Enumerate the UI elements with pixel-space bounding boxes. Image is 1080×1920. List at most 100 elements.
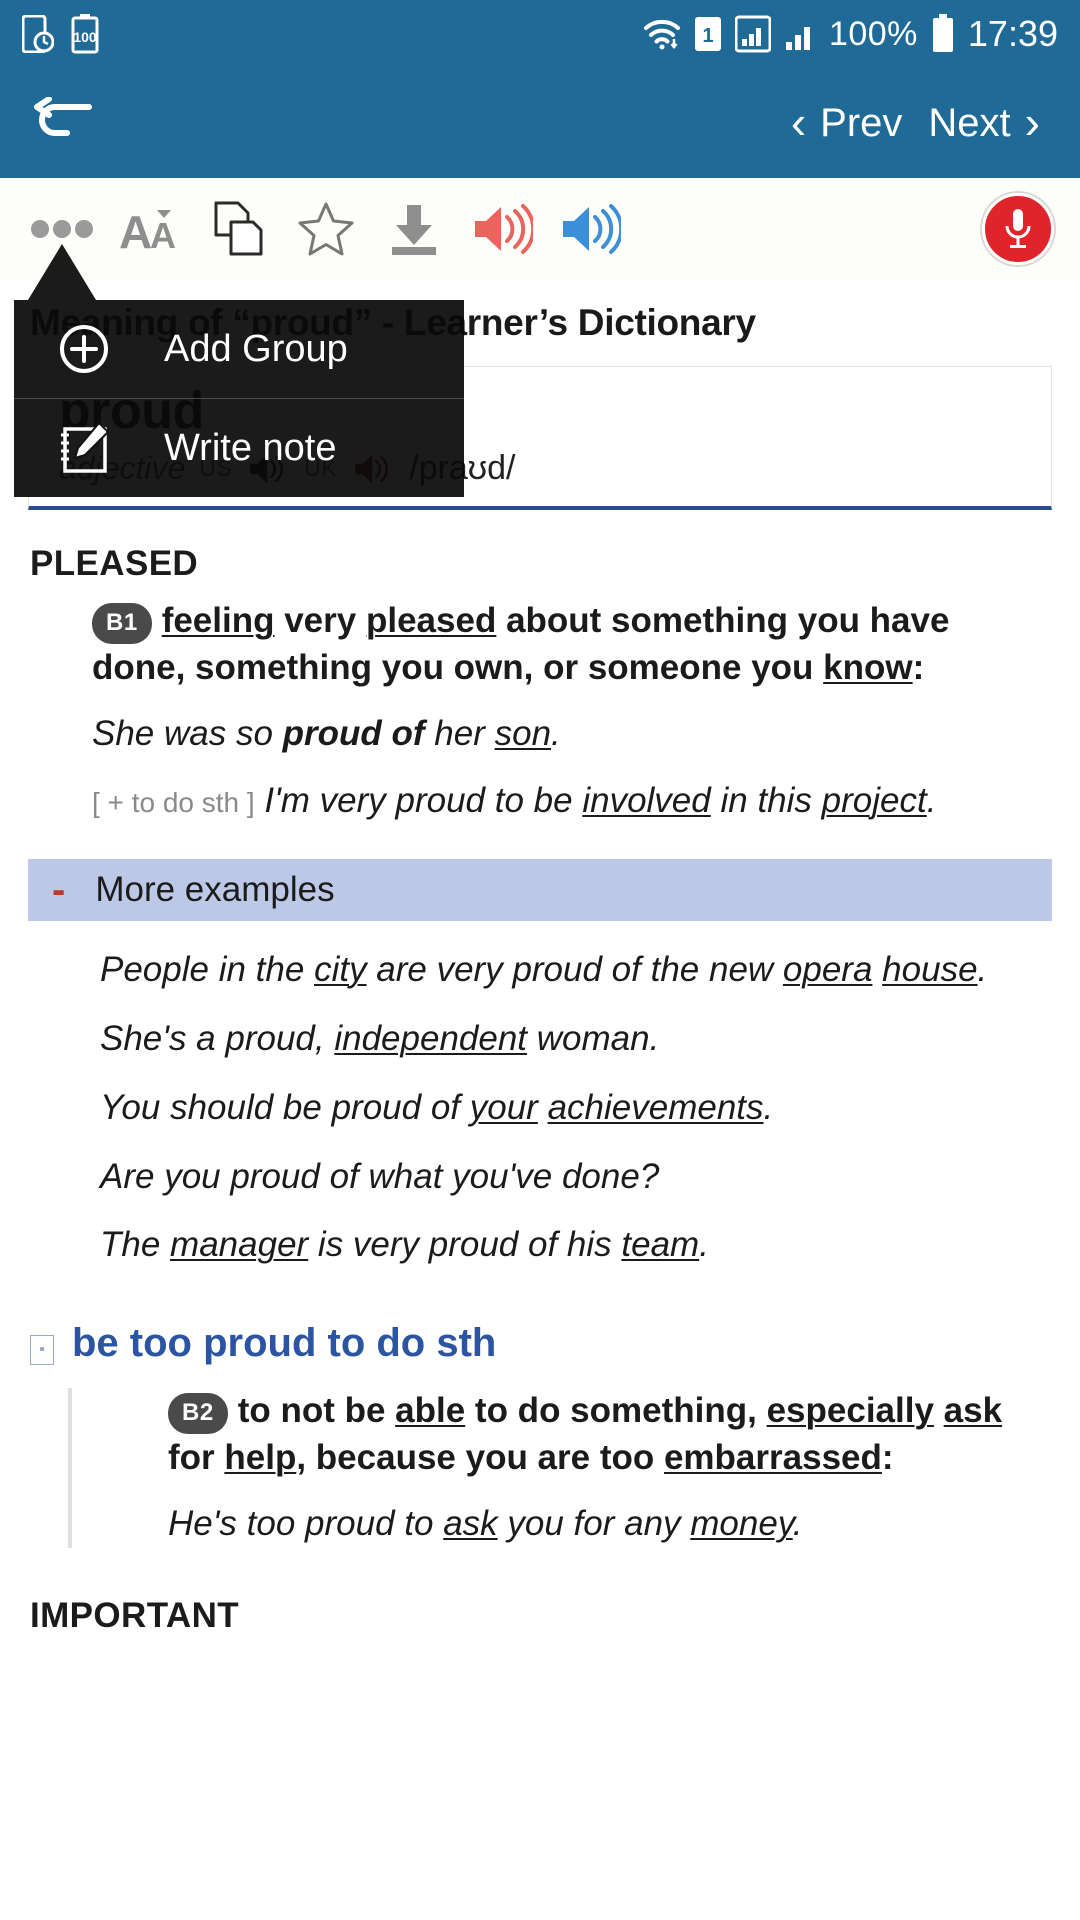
download-icon xyxy=(392,205,436,255)
phrase-header-row[interactable]: ▪ be too proud to do sth xyxy=(0,1321,1080,1366)
popup-label-add-group: Add Group xyxy=(164,327,348,370)
link-ask[interactable]: ask xyxy=(944,1391,1002,1430)
app-navigation-bar: ‹ Prev Next › xyxy=(0,68,1080,178)
level-badge-b2: B2 xyxy=(168,1393,228,1435)
battery-icon xyxy=(932,14,953,52)
dictionary-toolbar: A A xyxy=(0,178,1080,280)
font-size-icon: A A xyxy=(119,206,176,254)
chevron-left-icon: ‹ xyxy=(790,96,807,149)
favorite-star-icon xyxy=(298,202,354,256)
more-examples-list: People in the city are very proud of the… xyxy=(0,921,1080,1269)
sense-heading: PLEASED xyxy=(30,544,199,583)
status-bar-left-icons: 100 xyxy=(22,14,100,54)
example-2-link-involved[interactable]: involved xyxy=(582,781,710,820)
status-bar-clock: 17:39 xyxy=(967,13,1058,54)
link-embarrassed[interactable]: embarrassed xyxy=(664,1438,882,1477)
signal-bars-2-icon xyxy=(785,27,810,50)
link-city[interactable]: city xyxy=(314,950,367,989)
phrase-body: B2 to not be able to do something, especi… xyxy=(68,1388,1050,1549)
sim-1-icon: 1 xyxy=(694,17,721,51)
definition-1: B1 feeling very pleased about something y… xyxy=(30,598,1050,691)
example-1: She was so proud of her son. xyxy=(92,714,561,754)
speak-us-button[interactable] xyxy=(458,185,546,273)
screenshot-icon xyxy=(22,15,54,53)
battery-percent-label: 100% xyxy=(828,15,918,53)
wifi-icon xyxy=(643,19,680,50)
sense-block-pleased: PLEASED B1 feeling very pleased about som… xyxy=(0,510,1080,825)
sim-number: 1 xyxy=(702,25,713,47)
next-button[interactable]: Next › xyxy=(918,95,1050,152)
popup-caret-icon xyxy=(28,244,96,300)
definition-text-very: very xyxy=(284,601,357,640)
more-examples-toggle-bar[interactable]: - More examples xyxy=(28,858,1052,921)
more-example-2: She's a proud, independent woman. xyxy=(100,1018,660,1058)
microphone-icon xyxy=(1005,209,1031,248)
next-section-heading: IMPORTANT xyxy=(30,1596,240,1636)
example-2-grammar-label: [ + to do sth ] xyxy=(92,786,255,818)
dictionary-content: Meaning of “proud” - Learner’s Dictionar… xyxy=(0,280,1080,1920)
speak-uk-button[interactable] xyxy=(546,185,634,273)
definition-link-pleased[interactable]: pleased xyxy=(366,601,496,640)
example-1-link-son[interactable]: son xyxy=(495,714,551,753)
link-especially[interactable]: especially xyxy=(767,1391,934,1430)
write-note-icon xyxy=(56,421,112,475)
popup-item-add-group[interactable]: Add Group xyxy=(14,300,464,398)
more-example-4: Are you proud of what you've done? xyxy=(100,1156,660,1196)
favorite-button[interactable] xyxy=(282,185,370,273)
font-size-button[interactable]: A A xyxy=(106,185,194,273)
svg-text:A: A xyxy=(150,215,176,254)
more-example-3: You should be proud of your achievements… xyxy=(100,1087,774,1127)
link-ask-2[interactable]: ask xyxy=(443,1504,497,1543)
link-independent[interactable]: independent xyxy=(334,1019,527,1058)
back-button[interactable] xyxy=(30,88,100,158)
collapse-minus-icon: - xyxy=(52,867,66,912)
prev-button-label: Prev xyxy=(820,100,903,145)
link-house[interactable]: house xyxy=(882,950,977,989)
example-1-collocation: proud of xyxy=(282,714,425,754)
android-status-bar: 100 1 100% 17:39 xyxy=(0,0,1080,68)
more-example-5: The manager is very proud of his team. xyxy=(100,1225,709,1265)
nav-right-group: ‹ Prev Next › xyxy=(781,95,1050,152)
link-money[interactable]: money xyxy=(690,1504,792,1543)
battery-saver-icon: 100 xyxy=(71,14,99,54)
link-able[interactable]: able xyxy=(395,1391,465,1430)
example-2: [ + to do sth ] I'm very proud to be inv… xyxy=(92,780,937,820)
link-manager[interactable]: manager xyxy=(170,1225,308,1264)
definition-link-know[interactable]: know xyxy=(823,648,912,687)
link-your[interactable]: your xyxy=(470,1088,538,1127)
chevron-right-icon: › xyxy=(1024,96,1040,149)
link-help[interactable]: help xyxy=(224,1438,296,1477)
copy-button[interactable] xyxy=(194,185,282,273)
example-2-link-project[interactable]: project xyxy=(822,781,927,820)
popup-item-write-note[interactable]: Write note xyxy=(14,399,464,497)
speaker-red-icon xyxy=(475,204,533,254)
more-options-icon xyxy=(31,220,93,238)
phrase-definition: B2 to not be able to do something, especi… xyxy=(168,1391,1003,1477)
definition-link-feeling[interactable]: feeling xyxy=(162,601,275,640)
signal-bars-icon xyxy=(734,15,771,53)
plus-circle-icon xyxy=(56,323,112,375)
level-badge-b1: B1 xyxy=(92,603,152,644)
app-root: 100 1 100% 17:39 ‹ Prev Next › A A Learn… xyxy=(0,0,1080,1920)
battery-saver-text: 100 xyxy=(73,29,97,45)
microphone-record-button[interactable] xyxy=(982,193,1054,265)
speaker-blue-icon xyxy=(563,204,621,254)
phrase-marker-icon: ▪ xyxy=(30,1335,54,1366)
phrase-title[interactable]: be too proud to do sth xyxy=(72,1321,496,1366)
next-button-label: Next xyxy=(928,100,1011,145)
download-button[interactable] xyxy=(370,185,458,273)
copy-icon xyxy=(214,201,263,256)
svg-text:A: A xyxy=(119,206,152,254)
phrase-example: He's too proud to ask you for any money. xyxy=(168,1504,803,1544)
link-team[interactable]: team xyxy=(621,1225,699,1264)
link-opera[interactable]: opera xyxy=(783,950,873,989)
back-arrow-icon xyxy=(34,97,92,136)
context-popup-menu: Add Group Write note xyxy=(14,244,464,497)
more-example-1: People in the city are very proud of the… xyxy=(100,949,988,989)
prev-button[interactable]: ‹ Prev xyxy=(781,95,913,152)
definition-colon: : xyxy=(912,647,925,687)
popup-label-write-note: Write note xyxy=(164,426,337,469)
status-bar-right-icons: 1 100% 17:39 xyxy=(643,14,1058,54)
more-examples-label: More examples xyxy=(95,869,335,909)
link-achievements[interactable]: achievements xyxy=(548,1088,764,1127)
